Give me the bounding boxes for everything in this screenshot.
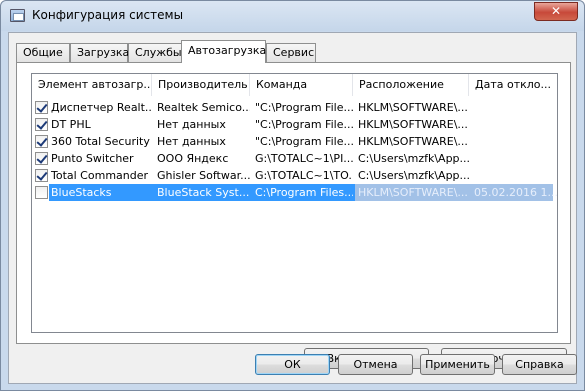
cell-item: Total Commander (51, 169, 149, 182)
table-row[interactable]: 360 Total Security Нет данных "C:\Progra… (32, 133, 557, 150)
window-title: Конфигурация системы (32, 8, 184, 22)
column-header-command[interactable]: Команда (250, 74, 353, 96)
table-row[interactable]: Диспетчер Realt... Realtek Semico... "C:… (32, 99, 557, 116)
cell-command: "C:\Program File... (255, 135, 353, 148)
table-row[interactable]: Total Commander Ghisler Softwar... G:\TO… (32, 167, 557, 184)
cell-disabled-date (469, 150, 557, 167)
cell-command: C:\Program Files... (255, 186, 353, 199)
dialog-client-area: Общие Загрузка Службы Автозагрузка Серви… (8, 32, 577, 384)
cell-command: G:\TOTALC~1\TO... (255, 169, 353, 182)
cell-location: C:\Users\mzfk\App... (358, 169, 469, 182)
cell-item: DT PHL (51, 118, 91, 131)
list-header: Элемент автозагр... Производитель Команд… (32, 74, 557, 96)
tab-services[interactable]: Службы (128, 43, 182, 62)
startup-tab-panel: Элемент автозагр... Производитель Команд… (16, 62, 571, 369)
cell-command: G:\TOTALC~1\PI... (255, 152, 353, 165)
tab-boot[interactable]: Загрузка (70, 43, 129, 62)
apply-button[interactable]: Применить (420, 354, 495, 375)
cell-vendor: Нет данных (157, 135, 226, 148)
ok-button[interactable]: ОК (255, 354, 330, 375)
column-header-vendor[interactable]: Производитель (152, 74, 250, 96)
cell-location: HKLM\SOFTWARE\... (358, 118, 468, 131)
cell-disabled-date (469, 99, 557, 116)
cell-disabled-date (469, 133, 557, 150)
cell-location: HKLM\SOFTWARE\... (358, 101, 468, 114)
cell-vendor: Ghisler Softwar... (157, 169, 250, 182)
column-header-item[interactable]: Элемент автозагр... (32, 74, 152, 96)
cell-item: Диспетчер Realt... (51, 101, 152, 114)
cell-vendor: BlueStack Syst... (157, 186, 250, 199)
tab-general[interactable]: Общие (16, 43, 70, 62)
cell-location: HKLM\SOFTWARE\... (358, 135, 468, 148)
table-row-selected[interactable]: BlueStacks BlueStack Syst... C:\Program … (32, 184, 557, 201)
column-header-location[interactable]: Расположение (353, 74, 469, 96)
cell-disabled-date (469, 116, 557, 133)
cell-command: "C:\Program File... (255, 101, 353, 114)
cell-location: C:\Users\mzfk\App... (358, 152, 469, 165)
cell-disabled-date: 05.02.2016 1... (474, 186, 557, 199)
cell-item: BlueStacks (51, 186, 112, 199)
table-row[interactable]: DT PHL Нет данных "C:\Program File... HK… (32, 116, 557, 133)
cell-item: Punto Switcher (51, 152, 134, 165)
tab-startup[interactable]: Автозагрузка (181, 40, 266, 63)
cell-disabled-date (469, 167, 557, 184)
help-button[interactable]: Справка (502, 354, 577, 375)
cell-command: "C:\Program File... (255, 118, 353, 131)
cell-item: 360 Total Security (51, 135, 150, 148)
cell-location: HKLM\SOFTWARE\... (358, 186, 468, 199)
startup-items-list[interactable]: Элемент автозагр... Производитель Команд… (31, 73, 558, 333)
table-row[interactable]: Punto Switcher ООО Яндекс G:\TOTALC~1\PI… (32, 150, 557, 167)
title-bar[interactable]: Конфигурация системы ✕ (1, 1, 584, 31)
cell-vendor: ООО Яндекс (157, 152, 229, 165)
cancel-button[interactable]: Отмена (338, 354, 413, 375)
tab-tools[interactable]: Сервис (266, 43, 316, 62)
column-header-disabled-date[interactable]: Дата откло... (469, 74, 557, 96)
system-configuration-window: Конфигурация системы ✕ Общие Загрузка Сл… (0, 0, 585, 391)
cell-vendor: Realtek Semico... (157, 101, 250, 114)
close-button[interactable]: ✕ (534, 2, 578, 21)
cell-vendor: Нет данных (157, 118, 226, 131)
msconfig-app-icon (10, 9, 25, 22)
